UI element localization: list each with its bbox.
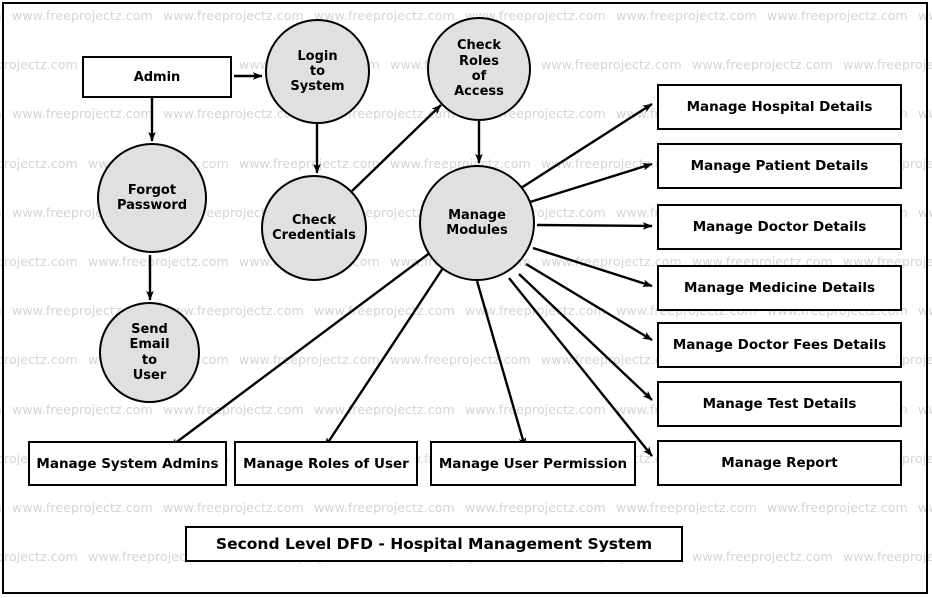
datastore-manage-test-details[interactable]: Manage Test Details: [657, 381, 902, 427]
datastore-manage-report[interactable]: Manage Report: [657, 440, 902, 486]
process-forgot-password-label: Forgot Password: [116, 182, 188, 213]
datastore-label: Manage Hospital Details: [686, 99, 873, 115]
datastore-manage-doctor-fees-details[interactable]: Manage Doctor Fees Details: [657, 322, 902, 368]
datastore-manage-roles-of-user[interactable]: Manage Roles of User: [234, 441, 418, 486]
datastore-manage-patient-details[interactable]: Manage Patient Details: [657, 143, 902, 189]
datastore-label: Manage Roles of User: [243, 455, 409, 472]
datastore-label: Manage Doctor Fees Details: [672, 337, 887, 353]
process-check-credentials-label: Check Credentials: [272, 212, 356, 243]
diagram-title-bar: Second Level DFD - Hospital Management S…: [185, 526, 683, 562]
external-entity-admin-label: Admin: [133, 69, 181, 85]
datastore-manage-medicine-details[interactable]: Manage Medicine Details: [657, 265, 902, 311]
datastore-label: Manage Report: [721, 455, 838, 471]
datastore-label: Manage Medicine Details: [684, 280, 875, 296]
datastore-manage-doctor-details[interactable]: Manage Doctor Details: [657, 204, 902, 250]
process-send-email-to-user-label: Send Email to User: [129, 321, 170, 383]
process-login-to-system-label: Login to System: [290, 48, 345, 95]
datastore-label: Manage Patient Details: [690, 158, 869, 174]
datastore-manage-user-permission[interactable]: Manage User Permission: [430, 441, 636, 486]
process-check-roles-of-access-label: Check Roles of Access: [454, 38, 504, 100]
process-forgot-password[interactable]: Forgot Password: [97, 143, 207, 253]
process-check-roles-of-access[interactable]: Check Roles of Access: [427, 17, 531, 121]
process-manage-modules[interactable]: Manage Modules: [419, 165, 535, 281]
datastore-label: Manage User Permission: [438, 455, 628, 472]
dfd-canvas: www.freeprojectz.com www.freeprojectz.com…: [0, 0, 932, 598]
process-manage-modules-label: Manage Modules: [446, 207, 508, 238]
datastore-label: Manage System Admins: [36, 455, 219, 472]
external-entity-admin[interactable]: Admin: [82, 56, 232, 98]
datastore-manage-system-admins[interactable]: Manage System Admins: [28, 441, 227, 486]
datastore-label: Manage Doctor Details: [692, 219, 867, 235]
process-login-to-system[interactable]: Login to System: [265, 19, 370, 124]
diagram-title: Second Level DFD - Hospital Management S…: [215, 535, 653, 553]
datastore-label: Manage Test Details: [702, 396, 857, 412]
process-check-credentials[interactable]: Check Credentials: [261, 175, 367, 281]
process-send-email-to-user[interactable]: Send Email to User: [99, 302, 200, 403]
datastore-manage-hospital-details[interactable]: Manage Hospital Details: [657, 84, 902, 130]
